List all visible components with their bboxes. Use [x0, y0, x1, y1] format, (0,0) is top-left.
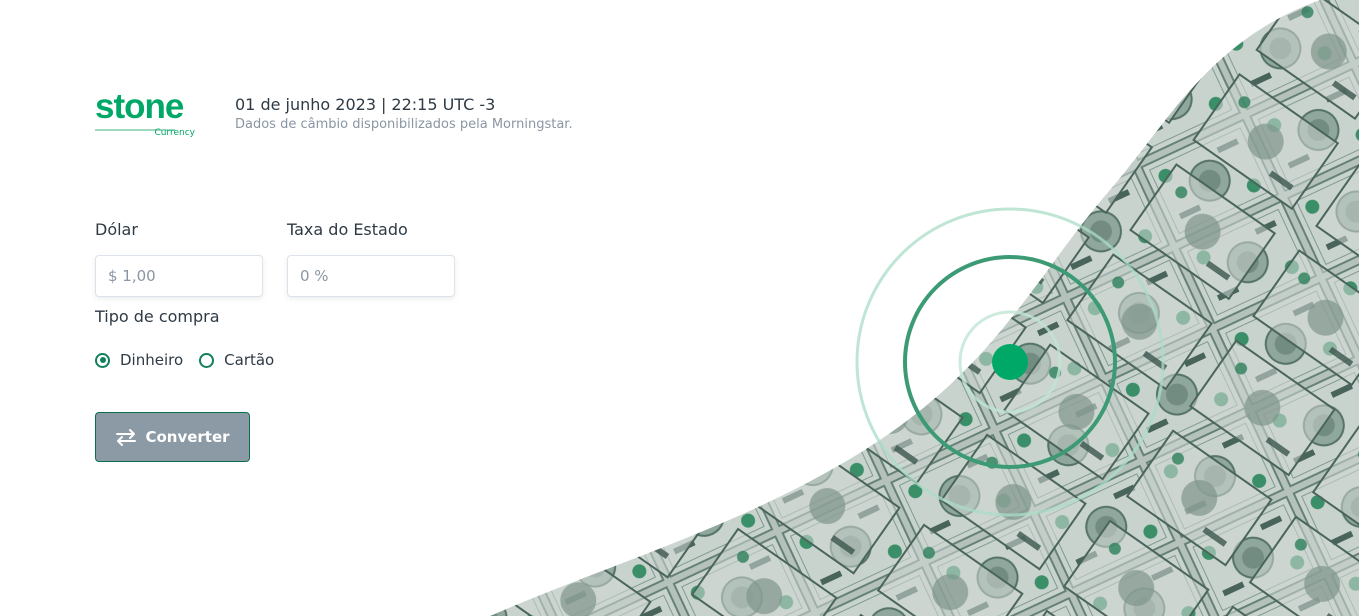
state-tax-label: Taxa do Estado	[287, 220, 408, 239]
logo-subtitle: Currency	[154, 128, 195, 138]
date-text: 01 de junho 2023	[235, 95, 376, 114]
state-tax-input[interactable]	[287, 255, 455, 297]
radio-label-card: Cartão	[224, 351, 275, 369]
convert-button-label: Converter	[145, 428, 230, 446]
purchase-type-radio-group: Dinheiro Cartão	[95, 350, 290, 370]
radio-button-checked-icon[interactable]	[95, 352, 110, 368]
radio-label-cash: Dinheiro	[120, 351, 184, 369]
currency-converter-page: stone Currency 01 de junho 2023 | 22:15 UT…	[0, 0, 1359, 616]
convert-button[interactable]: Converter	[95, 412, 250, 462]
swap-arrows-icon	[115, 428, 137, 446]
radio-option-card[interactable]: Cartão	[199, 351, 274, 369]
dollar-input[interactable]	[95, 255, 263, 297]
data-source-note: Dados de câmbio disponibilizados pela Mo…	[235, 117, 573, 132]
radio-button-unchecked-icon[interactable]	[199, 352, 215, 368]
purchase-type-label: Tipo de compra	[95, 307, 220, 326]
location-pulse-icon	[855, 207, 1165, 517]
dollar-label: Dólar	[95, 220, 138, 239]
date-separator: |	[381, 95, 387, 114]
radio-option-cash[interactable]: Dinheiro	[95, 351, 183, 369]
stone-logo: stone Currency	[95, 87, 197, 141]
time-text: 22:15 UTC -3	[391, 95, 496, 114]
logo-wordmark: stone	[95, 87, 184, 126]
exchange-date: 01 de junho 2023 | 22:15 UTC -3	[235, 95, 495, 114]
